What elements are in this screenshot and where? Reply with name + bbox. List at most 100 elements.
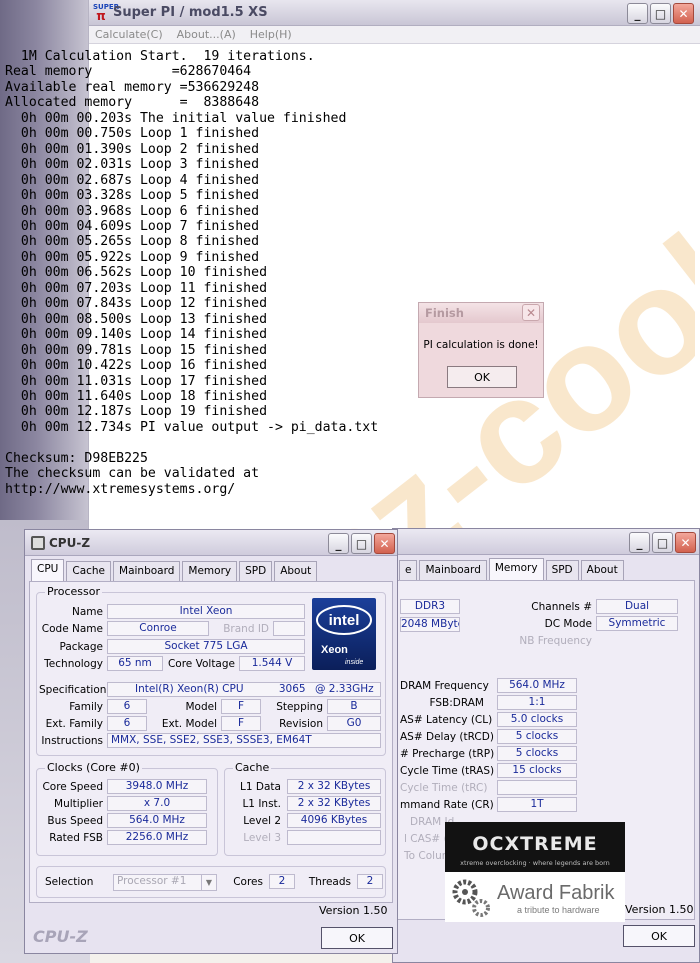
cr-label: mmand Rate (CR) xyxy=(400,799,494,811)
superpi-app-icon: SUPER π xyxy=(93,3,119,23)
family-label: Family xyxy=(69,701,103,713)
superpi-titlebar[interactable]: SUPER π Super PI / mod1.5 XS _ □ ✕ xyxy=(89,0,700,26)
minimize-button[interactable]: _ xyxy=(328,533,349,554)
menu-about[interactable]: About...(A) xyxy=(177,28,236,41)
close-button[interactable]: ✕ xyxy=(675,532,696,553)
console-line: 0h 00m 04.609s Loop 7 finished xyxy=(5,218,260,234)
level2-value: 4096 KBytes xyxy=(287,813,381,828)
maximize-button[interactable]: □ xyxy=(650,3,671,24)
cpuz-brand-logo: CPU-Z xyxy=(33,927,88,946)
finish-close-button[interactable]: ✕ xyxy=(522,304,540,321)
l1inst-value: 2 x 32 KBytes xyxy=(287,796,381,811)
intel-xeon-logo: intel Xeon inside xyxy=(312,598,376,670)
model-value: F xyxy=(221,699,261,714)
minimize-button[interactable]: _ xyxy=(627,3,648,24)
selection-dropdown[interactable]: Processor #1 ▼ xyxy=(113,874,217,891)
revision-label: Revision xyxy=(279,718,323,730)
cpuz-title: CPU-Z xyxy=(49,536,91,550)
busspeed-label: Bus Speed xyxy=(47,815,103,827)
finish-dialog: Finish ✕ PI calculation is done! OK xyxy=(418,302,544,398)
name-value: Intel Xeon xyxy=(107,604,305,619)
ok-button[interactable]: OK xyxy=(321,927,393,949)
maximize-button[interactable]: □ xyxy=(351,533,372,554)
finish-title: Finish xyxy=(425,306,464,320)
console-line: 0h 00m 00.750s Loop 1 finished xyxy=(5,126,260,142)
console-line: Available real memory =536629248 xyxy=(5,79,260,95)
close-button[interactable]: ✕ xyxy=(374,533,395,554)
cpuz-cpu-titlebar[interactable]: CPU-Z _ □ ✕ xyxy=(25,530,397,556)
superpi-menubar: Calculate(C) About...(A) Help(H) xyxy=(89,26,700,44)
console-line: The checksum can be validated at xyxy=(5,466,260,482)
cl-value: 5.0 clocks xyxy=(497,712,577,727)
tab-cache[interactable]: e xyxy=(399,560,418,580)
console-line: 0h 00m 07.203s Loop 11 finished xyxy=(5,280,268,296)
tab-cpu[interactable]: CPU xyxy=(31,559,65,581)
stepping-value: B xyxy=(327,699,381,714)
tab-about[interactable]: About xyxy=(580,560,624,580)
dcmode-value: Symmetric xyxy=(596,616,678,631)
multiplier-label: Multiplier xyxy=(54,798,103,810)
cpuz-memory-titlebar[interactable]: _ □ ✕ xyxy=(393,529,699,555)
threads-value: 2 xyxy=(357,874,383,889)
version-label: Version 1.50 xyxy=(319,904,388,917)
menu-calculate[interactable]: Calculate(C) xyxy=(95,28,163,41)
processor-group-label: Processor xyxy=(45,585,102,598)
close-button[interactable]: ✕ xyxy=(673,3,694,24)
menu-help[interactable]: Help(H) xyxy=(250,28,292,41)
corespeed-value: 3948.0 MHz xyxy=(107,779,207,794)
model-label: Model xyxy=(185,701,217,713)
tras-value: 15 clocks xyxy=(497,763,577,778)
cache-group-label: Cache xyxy=(233,761,272,774)
instructions-label: Instructions xyxy=(41,735,103,747)
cache-group: Cache L1 Data 2 x 32 KBytes L1 Inst. 2 x… xyxy=(224,761,386,856)
tab-memory[interactable]: Memory xyxy=(182,561,238,581)
svg-text:inside: inside xyxy=(345,659,363,666)
svg-text:a tribute to hardware: a tribute to hardware xyxy=(517,905,600,915)
brandid-value xyxy=(273,621,305,636)
brandid-label: Brand ID xyxy=(223,623,269,635)
stepping-label: Stepping xyxy=(276,701,323,713)
voltage-value: 1.544 V xyxy=(239,656,305,671)
cores-value: 2 xyxy=(269,874,295,889)
tab-mainboard[interactable]: Mainboard xyxy=(419,560,487,580)
cr-value: 1T xyxy=(497,797,577,812)
tab-cache[interactable]: Cache xyxy=(66,561,112,581)
tab-mainboard[interactable]: Mainboard xyxy=(113,561,181,581)
svg-text:intel: intel xyxy=(329,612,360,629)
tab-about[interactable]: About xyxy=(274,561,318,581)
ok-button[interactable]: OK xyxy=(623,925,695,947)
ratedfsb-value: 2256.0 MHz xyxy=(107,830,207,845)
finish-titlebar[interactable]: Finish ✕ xyxy=(419,303,543,323)
console-line: 1M Calculation Start. 19 iterations. xyxy=(5,49,315,64)
tab-memory[interactable]: Memory xyxy=(488,558,544,580)
level3-value xyxy=(287,830,381,845)
tab-spd[interactable]: SPD xyxy=(545,560,579,580)
cpuz-cpu-window: CPU-Z _ □ ✕ CPU Cache Mainboard Memory S… xyxy=(24,529,398,954)
spec-speed: @ 2.33GHz xyxy=(314,683,374,695)
family-value: 6 xyxy=(107,699,147,714)
extfamily-value: 6 xyxy=(107,716,147,731)
minimize-button[interactable]: _ xyxy=(629,532,650,553)
svg-text:Award Fabrik: Award Fabrik xyxy=(497,882,615,904)
dramfreq-label: DRAM Frequency xyxy=(400,680,489,692)
dramfreq-value: 564.0 MHz xyxy=(497,678,577,693)
maximize-button[interactable]: □ xyxy=(652,532,673,553)
fsbdram-label: FSB:DRAM xyxy=(429,697,484,709)
l1data-value: 2 x 32 KBytes xyxy=(287,779,381,794)
multiplier-value: x 7.0 xyxy=(107,796,207,811)
l1inst-label: L1 Inst. xyxy=(242,798,281,810)
busspeed-value: 564.0 MHz xyxy=(107,813,207,828)
extmodel-label: Ext. Model xyxy=(161,718,217,730)
finish-ok-button[interactable]: OK xyxy=(447,366,517,388)
svg-text:OCXTREME: OCXTREME xyxy=(472,833,597,855)
tab-spd[interactable]: SPD xyxy=(239,561,273,581)
svg-text:Xeon: Xeon xyxy=(321,644,348,656)
tras-label: Cycle Time (tRAS) xyxy=(400,765,495,777)
trc-label: Cycle Time (tRC) xyxy=(400,782,488,794)
pi-glyph: π xyxy=(96,9,106,23)
dcmode-label: DC Mode xyxy=(544,618,592,630)
extmodel-value: F xyxy=(221,716,261,731)
l1data-label: L1 Data xyxy=(240,781,281,793)
channels-label: Channels # xyxy=(531,601,592,613)
chevron-down-icon[interactable]: ▼ xyxy=(201,875,216,890)
